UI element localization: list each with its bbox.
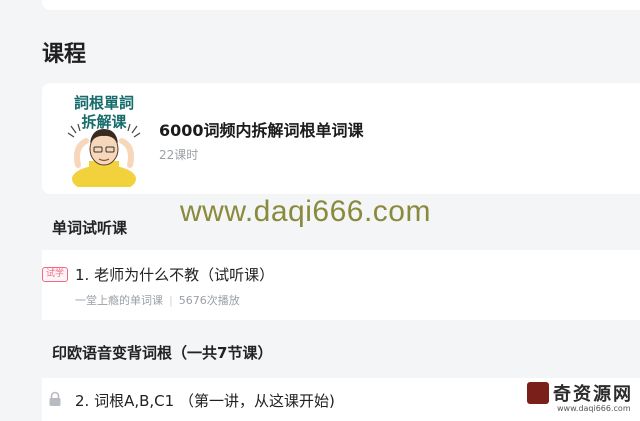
lesson-meta: 一堂上瘾的单词课 | 5676次播放 — [75, 292, 240, 308]
chapter-title[interactable]: 印欧语音变背词根（一共7节课） — [42, 340, 640, 368]
course-lesson-count: 22课时 — [159, 148, 199, 162]
logo-mark-icon — [527, 382, 549, 404]
teacher-illustration — [67, 123, 141, 187]
lesson-subtitle: 一堂上瘾的单词课 — [75, 294, 163, 307]
meta-divider: | — [169, 294, 173, 307]
previous-card — [42, 0, 640, 10]
logo-url: www.daqi666.com — [557, 404, 631, 413]
logo-text: 奇资源网 — [553, 384, 633, 405]
site-logo: 奇资源网 www.daqi666.com — [523, 380, 635, 414]
lock-icon — [49, 391, 61, 406]
section-title: 课程 — [42, 42, 87, 67]
trial-badge: 试学 — [42, 267, 69, 282]
course-card[interactable]: 詞根單詞 拆解课 6000词频内拆解词根单词课 22课时 — [42, 83, 640, 194]
lesson-title[interactable]: 2. 词根A,B,C1 （第一讲，从这课开始) — [75, 390, 335, 411]
lesson-title[interactable]: 1. 老师为什么不教（试听课） — [75, 264, 274, 285]
course-thumbnail: 詞根單詞 拆解课 — [56, 91, 152, 187]
play-count: 5676次播放 — [178, 294, 240, 307]
course-title: 6000词频内拆解词根单词课 — [159, 121, 364, 140]
lesson-item[interactable]: 试学 1. 老师为什么不教（试听课） 一堂上瘾的单词课 | 5676次播放 — [42, 250, 640, 320]
chapter-title[interactable]: 单词试听课 — [42, 215, 640, 243]
